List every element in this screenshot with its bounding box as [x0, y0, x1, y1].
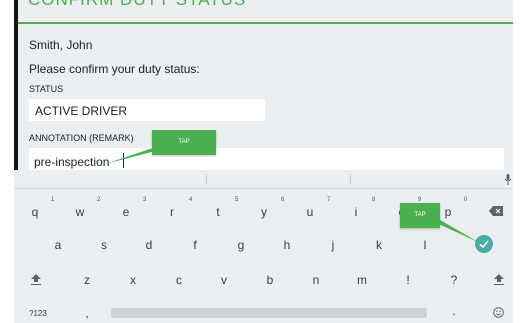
driver-name: Smith, John — [29, 38, 93, 52]
key-t[interactable]: t — [209, 205, 227, 219]
key-comma[interactable]: , — [78, 306, 96, 320]
key-i[interactable]: i — [347, 205, 365, 219]
key-period[interactable]: . — [445, 304, 463, 318]
shift-icon[interactable] — [494, 274, 504, 285]
key-hint: 2 — [97, 197, 101, 203]
key-x[interactable]: x — [124, 273, 142, 287]
key-hint: 0 — [464, 197, 468, 203]
key-hint: 7 — [327, 197, 331, 203]
dialog-title: CONFIRM DUTY STATUS — [28, 0, 246, 10]
key-u[interactable]: u — [301, 205, 319, 219]
suggestion-divider — [206, 174, 207, 184]
backspace-icon[interactable] — [489, 206, 503, 216]
key-c[interactable]: c — [170, 273, 188, 287]
microphone-icon[interactable] — [503, 174, 513, 185]
key-hint: 6 — [281, 197, 285, 203]
key-e[interactable]: e — [117, 205, 135, 219]
annotation-input[interactable]: pre-inspection — [29, 148, 504, 172]
key-g[interactable]: g — [232, 238, 250, 252]
confirm-duty-status-dialog: CONFIRM DUTY STATUS Smith, John Please c… — [18, 0, 513, 172]
key-y[interactable]: y — [255, 205, 273, 219]
shift-icon[interactable] — [31, 274, 41, 285]
status-field[interactable]: ACTIVE DRIVER — [29, 99, 265, 121]
key-question[interactable]: ? — [445, 273, 463, 287]
key-n[interactable]: n — [307, 273, 325, 287]
suggestion-bar — [14, 170, 513, 189]
key-z[interactable]: z — [78, 273, 96, 287]
suggestion-divider — [350, 174, 351, 184]
key-hint: 3 — [143, 197, 147, 203]
key-hint: 1 — [51, 197, 55, 203]
key-a[interactable]: a — [49, 238, 67, 252]
key-hint: 8 — [372, 197, 376, 203]
key-f[interactable]: f — [186, 238, 204, 252]
tap-callout-pointer — [105, 148, 167, 164]
key-m[interactable]: m — [353, 273, 371, 287]
key-r[interactable]: r — [163, 205, 181, 219]
spacebar[interactable] — [111, 308, 427, 318]
key-hint: 4 — [189, 197, 193, 203]
key-p[interactable]: p — [439, 205, 457, 219]
key-w[interactable]: w — [71, 205, 89, 219]
key-v[interactable]: v — [215, 273, 233, 287]
symbols-key[interactable]: ?123 — [29, 309, 47, 318]
key-exclamation[interactable]: ! — [399, 273, 417, 287]
tap-callout-pointer — [430, 220, 480, 243]
key-k[interactable]: k — [370, 238, 388, 252]
key-b[interactable]: b — [261, 273, 279, 287]
confirm-prompt: Please confirm your duty status: — [29, 62, 200, 76]
onscreen-keyboard: q w e r t y u i o p 1 2 3 4 5 6 7 8 9 0 … — [14, 170, 513, 323]
key-q[interactable]: q — [26, 205, 44, 219]
status-value: ACTIVE DRIVER — [35, 104, 128, 118]
emoji-icon[interactable] — [493, 307, 504, 318]
annotation-label: ANNOTATION (REMARK) — [29, 133, 134, 143]
key-hint: 5 — [235, 197, 239, 203]
status-label: STATUS — [29, 84, 64, 94]
key-d[interactable]: d — [140, 238, 158, 252]
dialog-title-bar: CONFIRM DUTY STATUS — [18, 0, 513, 24]
key-h[interactable]: h — [278, 238, 296, 252]
key-j[interactable]: j — [324, 238, 342, 252]
annotation-value: pre-inspection — [34, 155, 110, 169]
key-s[interactable]: s — [95, 238, 113, 252]
